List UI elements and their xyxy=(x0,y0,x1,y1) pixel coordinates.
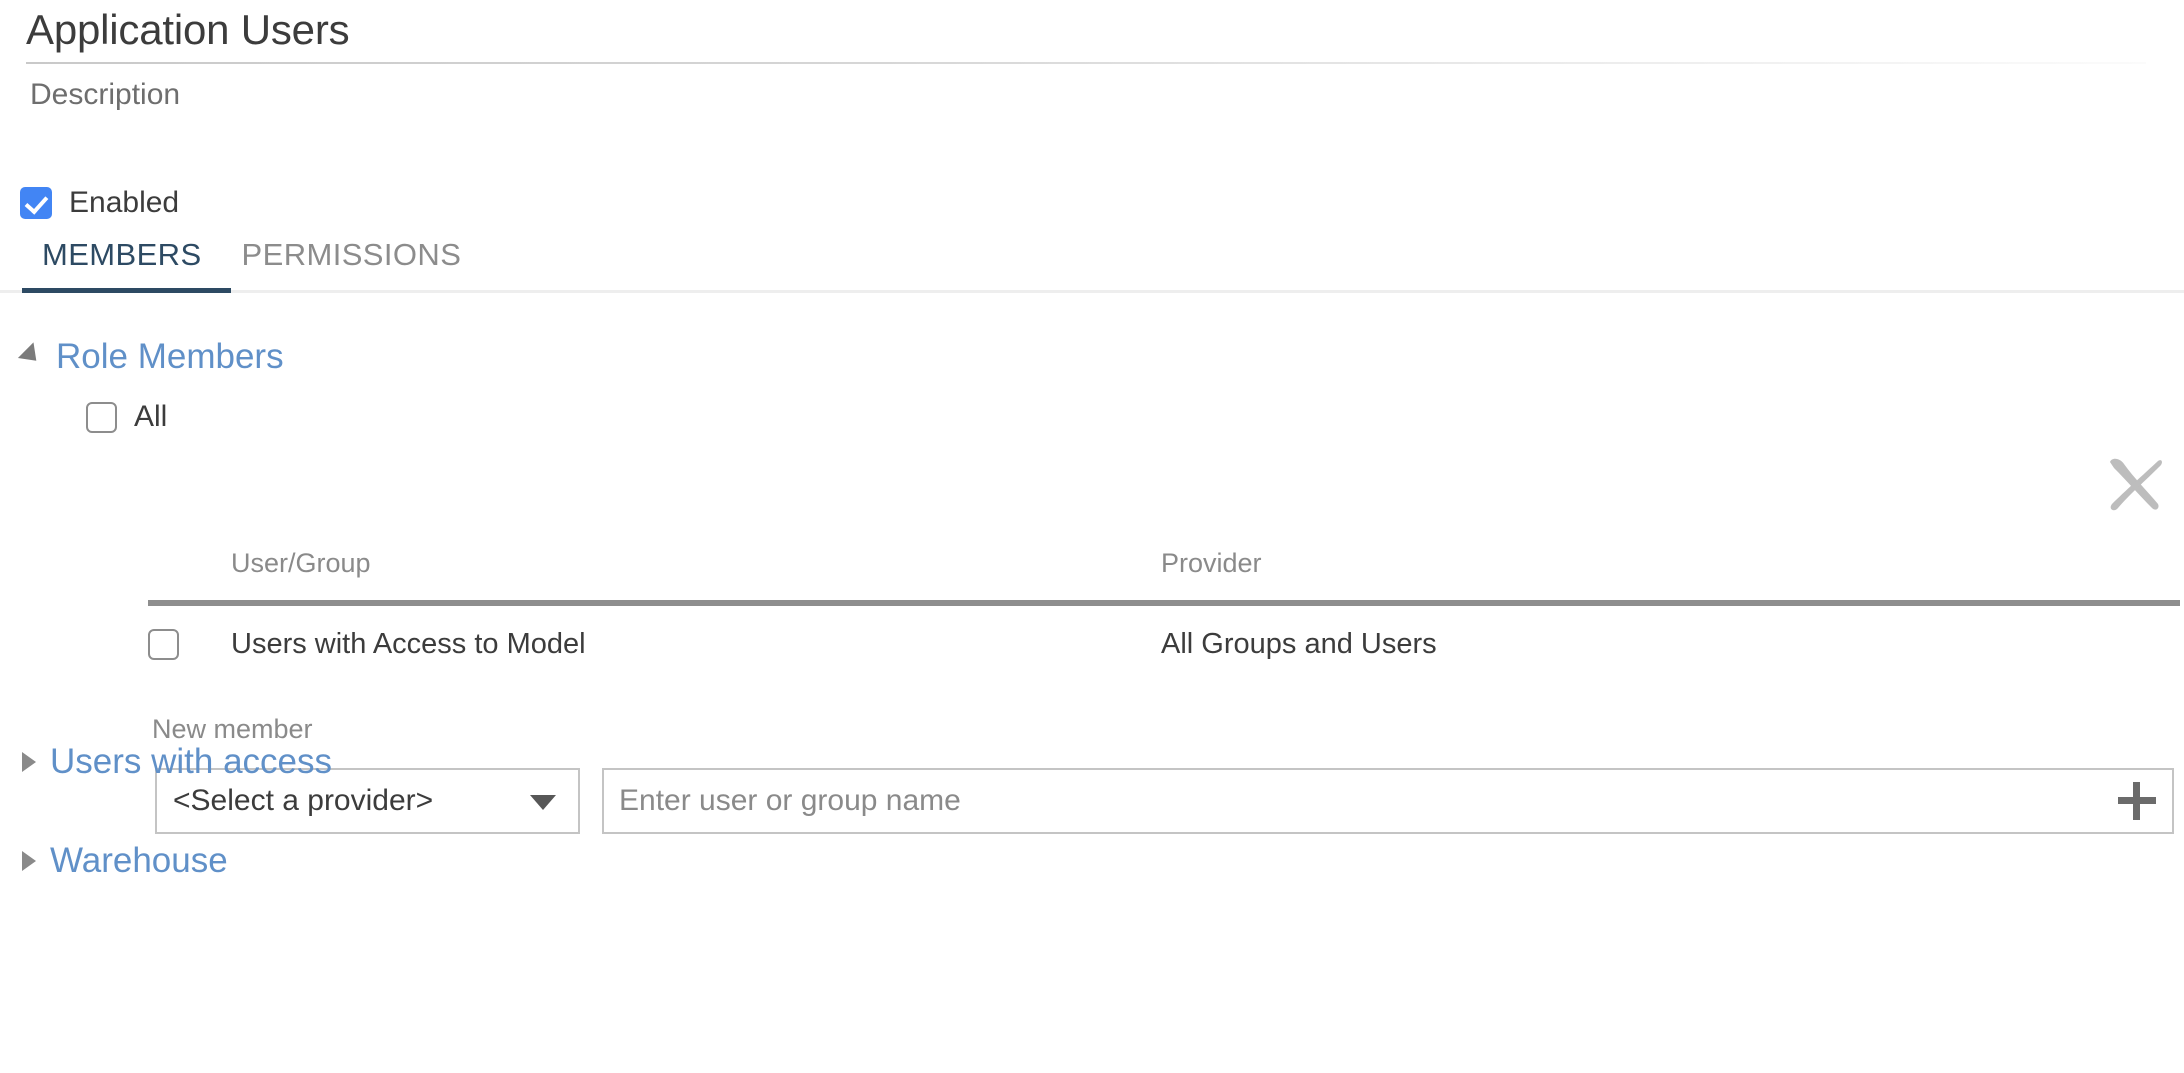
triangle-right-icon xyxy=(22,851,36,871)
section-users-with-access-label: Users with access xyxy=(50,742,333,781)
all-checkbox-row[interactable]: All xyxy=(86,400,167,434)
new-member-row: <Select a provider> xyxy=(155,768,2174,834)
new-member-label: New member xyxy=(152,714,313,744)
provider-select-value: <Select a provider> xyxy=(173,784,434,817)
tab-members[interactable]: MEMBERS xyxy=(22,237,222,287)
header-cell-provider: Provider xyxy=(1161,548,1262,578)
member-name-field-wrapper xyxy=(602,768,2174,834)
table-row[interactable]: Users with Access to Model All Groups an… xyxy=(148,606,2180,682)
cell-user-group: Users with Access to Model xyxy=(231,627,586,660)
chevron-down-icon xyxy=(530,795,556,810)
members-table-header: User/Group Provider xyxy=(148,548,2180,600)
add-member-button[interactable] xyxy=(2118,782,2156,820)
description-field[interactable]: Description xyxy=(30,78,180,112)
section-users-with-access[interactable]: Users with access xyxy=(22,742,332,782)
section-role-members-label: Role Members xyxy=(56,337,284,376)
page-title: Application Users xyxy=(26,6,350,53)
active-tab-indicator xyxy=(22,288,231,293)
all-label: All xyxy=(134,400,168,433)
tab-bar: MEMBERS PERMISSIONS xyxy=(22,237,481,287)
enabled-checkbox-row[interactable]: Enabled xyxy=(20,186,179,220)
section-warehouse-label: Warehouse xyxy=(50,841,228,880)
tab-baseline xyxy=(0,290,2184,293)
section-role-members[interactable]: Role Members xyxy=(17,337,284,377)
row-checkbox-cell xyxy=(148,628,231,660)
close-x-icon[interactable] xyxy=(2098,448,2170,520)
all-checkbox[interactable] xyxy=(86,401,117,433)
tab-permissions[interactable]: PERMISSIONS xyxy=(222,237,482,287)
row-checkbox[interactable] xyxy=(148,628,179,660)
section-warehouse[interactable]: Warehouse xyxy=(22,841,228,881)
header-cell-user-group: User/Group xyxy=(231,548,371,578)
cell-provider: All Groups and Users xyxy=(1161,627,1437,660)
application-users-page: Application Users Description Enabled ME… xyxy=(0,0,2184,1073)
triangle-right-icon xyxy=(22,752,36,772)
enabled-checkbox[interactable] xyxy=(20,187,52,219)
enabled-label: Enabled xyxy=(69,186,180,219)
member-name-input[interactable] xyxy=(604,771,2074,831)
members-table: User/Group Provider Users with Access to… xyxy=(148,548,2180,682)
triangle-down-icon xyxy=(17,341,45,369)
title-divider xyxy=(26,62,2146,64)
